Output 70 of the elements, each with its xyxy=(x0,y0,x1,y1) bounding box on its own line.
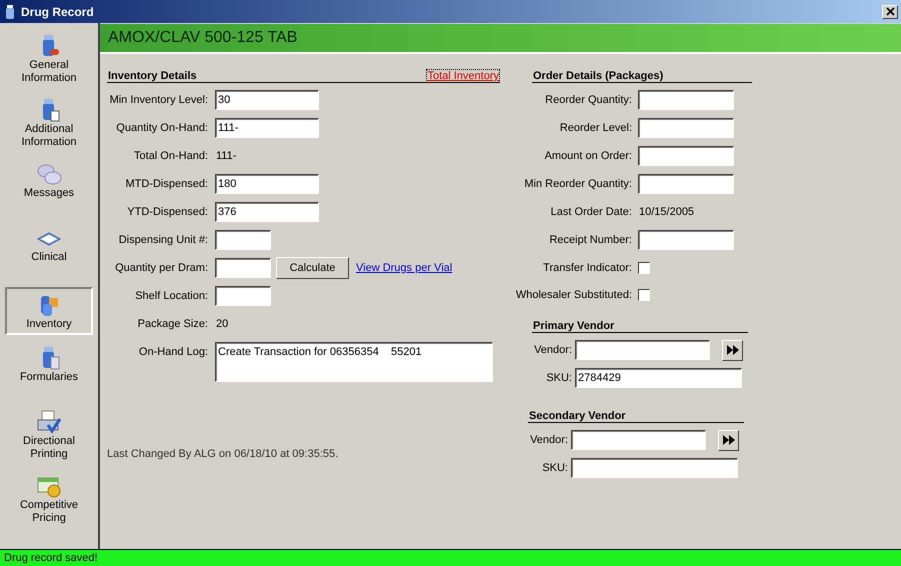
section-title: Primary Vendor xyxy=(532,320,614,332)
input-field[interactable] xyxy=(638,118,734,138)
lookup-button[interactable] xyxy=(718,430,739,450)
field-label: Transfer Indicator: xyxy=(542,262,632,274)
field-label: Vendor: xyxy=(533,344,572,356)
sidebar-item[interactable]: General Information xyxy=(5,31,93,87)
printer-icon xyxy=(36,409,62,435)
field-value: 111- xyxy=(216,150,236,162)
field-label: Reorder Level: xyxy=(558,122,632,134)
input-field[interactable] xyxy=(638,146,734,166)
sidebar-item[interactable]: Competitive Pricing xyxy=(5,471,93,527)
field-label: Wholesaler Substituted: xyxy=(514,288,632,300)
sidebar-item[interactable]: Directional Printing xyxy=(5,407,93,463)
field-label: Quantity per Dram: xyxy=(114,262,208,274)
sku-field[interactable] xyxy=(571,458,738,478)
fast-forward-icon xyxy=(726,345,738,355)
input-field[interactable]: 180 xyxy=(215,174,319,194)
field-label: Min Inventory Level: xyxy=(108,94,208,106)
field-value: 20 xyxy=(216,318,228,330)
field-label: Package Size: xyxy=(136,318,208,330)
checkbox[interactable] xyxy=(638,288,650,300)
sidebar-item[interactable]: Messages xyxy=(5,159,93,215)
view-link[interactable]: View Drugs per Vial xyxy=(356,262,452,274)
field-label: SKU: xyxy=(541,462,568,474)
input-field[interactable] xyxy=(215,230,271,250)
field-label: Receipt Number: xyxy=(548,234,632,246)
field-label: YTD-Dispensed: xyxy=(126,206,208,218)
field-label: Shelf Location: xyxy=(134,290,208,302)
sku-field[interactable]: 2784429 xyxy=(575,368,742,388)
sidebar-item[interactable]: Additional Information xyxy=(5,95,93,151)
input-field[interactable]: 30 xyxy=(215,90,319,110)
input-field[interactable] xyxy=(638,230,734,250)
vendor-field[interactable] xyxy=(575,340,710,360)
fast-forward-icon xyxy=(722,435,734,445)
section-title: Order Details (Packages) xyxy=(532,70,664,82)
section-title: Secondary Vendor xyxy=(528,410,626,422)
field-label: Amount on Order: xyxy=(544,150,632,162)
close-button[interactable] xyxy=(882,4,898,18)
input-field[interactable]: 111- xyxy=(215,118,319,138)
lookup-button[interactable] xyxy=(722,340,743,360)
field-label: On-Hand Log: xyxy=(138,345,208,358)
last-changed-text: Last Changed By ALG on 06/18/10 at 09:35:55. xyxy=(107,448,340,460)
field-label: Total On-Hand: xyxy=(133,150,208,162)
field-label: MTD-Dispensed: xyxy=(124,178,208,190)
sidebar-item[interactable]: Clinical xyxy=(5,223,93,279)
field-label: Reorder Quantity: xyxy=(544,94,632,106)
calculate-button[interactable]: Calculate xyxy=(276,257,349,279)
input-field[interactable] xyxy=(638,174,734,194)
field-label: Dispensing Unit #: xyxy=(118,234,208,246)
field-label: Min Reorder Quantity: xyxy=(523,178,632,190)
field-label: Vendor: xyxy=(529,434,568,446)
log-text-area[interactable]: Create Transaction for 06356354 55201 xyxy=(215,342,493,382)
section-title: Inventory Details xyxy=(107,70,197,82)
drug-title: AMOX/CLAV 500-125 TAB xyxy=(108,29,298,47)
window-title: Drug Record xyxy=(21,4,94,18)
sidebar-item[interactable]: Inventory xyxy=(5,287,93,335)
field-label: Quantity On-Hand: xyxy=(115,122,208,134)
input-field[interactable] xyxy=(215,286,271,306)
input-field[interactable]: 376 xyxy=(215,202,319,222)
field-value: 10/15/2005 xyxy=(639,206,694,218)
status-text: Drug record saved! xyxy=(4,552,98,564)
input-field[interactable] xyxy=(638,90,734,110)
field-label: Last Order Date: xyxy=(550,206,632,218)
close-icon xyxy=(886,7,894,16)
checkbox[interactable] xyxy=(638,262,650,274)
sidebar-item[interactable]: Formularies xyxy=(5,343,93,399)
vendor-field[interactable] xyxy=(571,430,706,450)
bottle-icon xyxy=(5,4,15,18)
input-field[interactable] xyxy=(215,258,271,278)
field-label: SKU: xyxy=(545,372,572,384)
